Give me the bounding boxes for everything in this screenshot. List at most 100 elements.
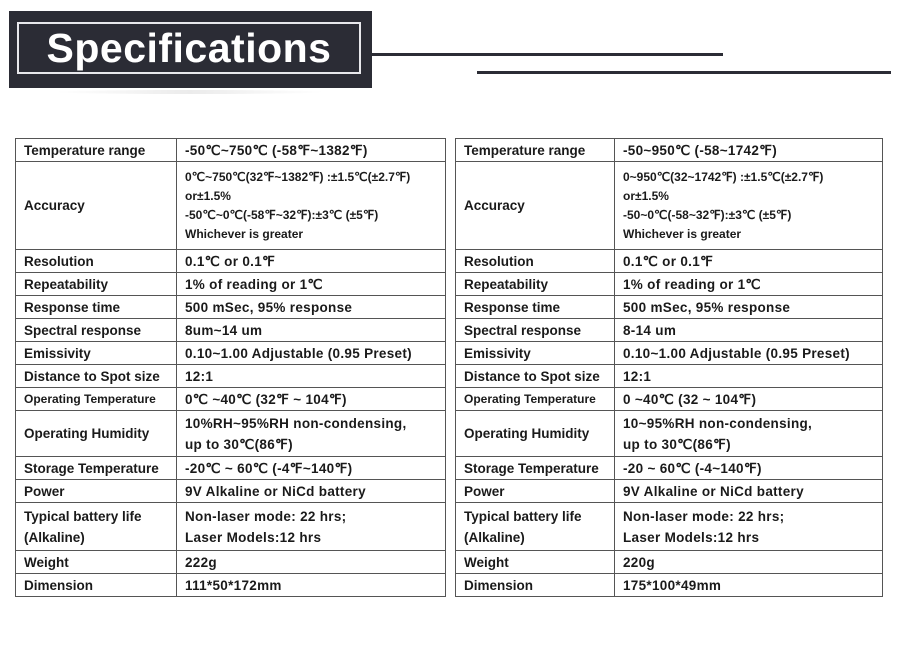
spec-row-storage-temperature: Storage Temperature -20℃ ~ 60℃ (-4℉~140℉) <box>15 456 446 480</box>
spec-text-line: up to 30℃(86℉) <box>623 436 731 452</box>
page-title: Specifications <box>46 24 332 71</box>
spec-row-storage-temperature: Storage Temperature -20 ~ 60℃ (-4~140℉) <box>455 456 883 480</box>
spec-row-repeatability: Repeatability 1% of reading or 1℃ <box>15 272 446 296</box>
spec-table-right: Temperature range -50~950℃ (-58~1742℉) Ac… <box>455 138 883 597</box>
spec-value: 10%RH~95%RH non-condensing, up to 30℃(86℉… <box>176 410 446 457</box>
spec-value: 0.10~1.00 Adjustable (0.95 Preset) <box>614 341 883 365</box>
spec-label: Repeatability <box>15 272 177 296</box>
spec-row-operating-temperature: Operating Temperature 0℃ ~40℃ (32℉ ~ 104℉… <box>15 387 446 411</box>
spec-text-line: 12:1 <box>185 368 214 384</box>
spec-text-line: 10%RH~95%RH non-condensing, <box>185 415 407 431</box>
spec-label: Accuracy <box>15 161 177 250</box>
spec-value: 0.10~1.00 Adjustable (0.95 Preset) <box>176 341 446 365</box>
spec-row-distance-to-spot: Distance to Spot size 12:1 <box>455 364 883 388</box>
spec-value: 12:1 <box>176 364 446 388</box>
spec-text-line: -50℃~0℃(-58℉~32℉):±3℃ (±5℉) <box>185 207 379 222</box>
spec-value: 0℃ ~40℃ (32℉ ~ 104℉) <box>176 387 446 411</box>
spec-row-operating-humidity: Operating Humidity 10%RH~95%RH non-conden… <box>15 410 446 457</box>
spec-text-line: or±1.5% <box>623 188 669 203</box>
spec-text-line: Whichever is greater <box>185 226 304 241</box>
spec-value: 0 ~40℃ (32 ~ 104℉) <box>614 387 883 411</box>
spec-label: Operating Humidity <box>455 410 615 457</box>
spec-table-left: Temperature range -50℃~750℃ (-58℉~1382℉) … <box>15 138 446 597</box>
spec-label: Response time <box>455 295 615 319</box>
spec-text-line: 0.10~1.00 Adjustable (0.95 Preset) <box>623 345 850 361</box>
spec-value: -20℃ ~ 60℃ (-4℉~140℉) <box>176 456 446 480</box>
spec-row-temperature-range: Temperature range -50℃~750℃ (-58℉~1382℉) <box>15 138 446 162</box>
spec-label: Weight <box>455 550 615 574</box>
spec-text-line: 12:1 <box>623 368 652 384</box>
spec-row-dimension: Dimension 111*50*172mm <box>15 573 446 597</box>
spec-text-line: 222g <box>185 554 217 570</box>
spec-row-operating-temperature: Operating Temperature 0 ~40℃ (32 ~ 104℉) <box>455 387 883 411</box>
spec-text-line: 1% of reading or 1℃ <box>623 276 761 292</box>
spec-label: Weight <box>15 550 177 574</box>
spec-label: Emissivity <box>455 341 615 365</box>
spec-text-line: 0.1℃ or 0.1℉ <box>623 253 714 269</box>
spec-text-line: 111*50*172mm <box>185 577 282 593</box>
spec-text-line: 175*100*49mm <box>623 577 722 593</box>
spec-label: Repeatability <box>455 272 615 296</box>
spec-label: Dimension <box>15 573 177 597</box>
spec-label: Distance to Spot size <box>15 364 177 388</box>
spec-row-power: Power 9V Alkaline or NiCd battery <box>15 479 446 503</box>
spec-row-accuracy: Accuracy 0~950℃(32~1742℉) :±1.5℃(±2.7℉) or… <box>455 161 883 250</box>
spec-text-line: 0 ~40℃ (32 ~ 104℉) <box>623 391 757 407</box>
spec-text-line: 500 mSec, 95% response <box>185 299 353 315</box>
spec-text-line: Typical battery life <box>24 508 142 524</box>
spec-label: Spectral response <box>455 318 615 342</box>
spec-value: Non-laser mode: 22 hrs; Laser Models:12 h… <box>176 502 446 551</box>
spec-value: 10~95%RH non-condensing, up to 30℃(86℉) <box>614 410 883 457</box>
spec-row-operating-humidity: Operating Humidity 10~95%RH non-condensin… <box>455 410 883 457</box>
spec-row-emissivity: Emissivity 0.10~1.00 Adjustable (0.95 Pre… <box>15 341 446 365</box>
spec-text-line: 9V Alkaline or NiCd battery <box>623 483 804 499</box>
spec-value: 9V Alkaline or NiCd battery <box>176 479 446 503</box>
spec-value: Non-laser mode: 22 hrs; Laser Models:12 h… <box>614 502 883 551</box>
spec-row-weight: Weight 220g <box>455 550 883 574</box>
spec-text-line: 220g <box>623 554 655 570</box>
spec-row-battery-life: Typical battery life (Alkaline) Non-laser … <box>455 502 883 551</box>
spec-label: Emissivity <box>15 341 177 365</box>
spec-text-line: Typical battery life <box>464 508 582 524</box>
spec-text-line: -50~0℃(-58~32℉):±3℃ (±5℉) <box>623 207 792 222</box>
spec-value: 1% of reading or 1℃ <box>614 272 883 296</box>
spec-text-line: 500 mSec, 95% response <box>623 299 791 315</box>
spec-text-line: 10~95%RH non-condensing, <box>623 415 813 431</box>
spec-text-line: -50~950℃ (-58~1742℉) <box>623 142 778 158</box>
banner-frame: Specifications <box>17 22 361 74</box>
spec-value: -50℃~750℃ (-58℉~1382℉) <box>176 138 446 162</box>
spec-text-line: (Alkaline) <box>24 529 85 545</box>
spec-value: 12:1 <box>614 364 883 388</box>
spec-text-line: 1% of reading or 1℃ <box>185 276 323 292</box>
spec-label: Distance to Spot size <box>455 364 615 388</box>
spec-row-distance-to-spot: Distance to Spot size 12:1 <box>15 364 446 388</box>
spec-label: Power <box>15 479 177 503</box>
spec-row-spectral-response: Spectral response 8um~14 um <box>15 318 446 342</box>
spec-label: Resolution <box>15 249 177 273</box>
spec-row-dimension: Dimension 175*100*49mm <box>455 573 883 597</box>
spec-label: Resolution <box>455 249 615 273</box>
spec-value: 8um~14 um <box>176 318 446 342</box>
spec-label: Power <box>455 479 615 503</box>
spec-text-line: 9V Alkaline or NiCd battery <box>185 483 366 499</box>
spec-text-line: 8um~14 um <box>185 322 263 338</box>
spec-row-accuracy: Accuracy 0℃~750℃(32℉~1382℉) :±1.5℃(±2.7℉)… <box>15 161 446 250</box>
spec-value: 220g <box>614 550 883 574</box>
spec-value: 0.1℃ or 0.1℉ <box>176 249 446 273</box>
spec-value: 111*50*172mm <box>176 573 446 597</box>
spec-text-line: 0~950℃(32~1742℉) :±1.5℃(±2.7℉) <box>623 169 824 184</box>
spec-text-line: Laser Models:12 hrs <box>623 529 760 545</box>
spec-label: Dimension <box>455 573 615 597</box>
spec-text-line: -20 ~ 60℃ (-4~140℉) <box>623 460 762 476</box>
spec-label: Operating Temperature <box>455 387 615 411</box>
spec-text-line: up to 30℃(86℉) <box>185 436 293 452</box>
spec-label: Operating Humidity <box>15 410 177 457</box>
spec-label: Spectral response <box>15 318 177 342</box>
spec-text-line: Laser Models:12 hrs <box>185 529 322 545</box>
spec-label: Typical battery life (Alkaline) <box>15 502 177 551</box>
spec-row-battery-life: Typical battery life (Alkaline) Non-laser … <box>15 502 446 551</box>
spec-text-line: 0℃~750℃(32℉~1382℉) :±1.5℃(±2.7℉) <box>185 169 411 184</box>
spec-value: 1% of reading or 1℃ <box>176 272 446 296</box>
spec-value: 175*100*49mm <box>614 573 883 597</box>
spec-row-resolution: Resolution 0.1℃ or 0.1℉ <box>15 249 446 273</box>
